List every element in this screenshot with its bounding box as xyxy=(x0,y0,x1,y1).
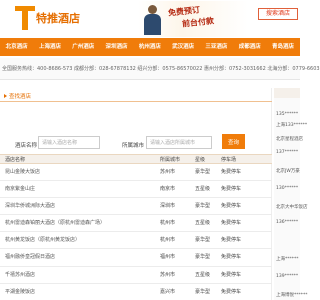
table-row[interactable]: 南京紫金山庄 南京市 五星级 免费停车 xyxy=(0,181,272,199)
hotel-search-panel: 查找酒店 酒店名称 所属城市 查询 酒店名称 所属城市 星级 停车场 昆山金陵大… xyxy=(0,88,272,300)
parking-cell: 免费停车 xyxy=(221,186,242,193)
hotel-name-cell[interactable]: 杭州雷迪森铂丽大酒店（原杭州雷迪森广场） xyxy=(5,215,155,232)
city-cell: 深圳市 xyxy=(160,203,176,210)
breadcrumb-label: 查找酒店 xyxy=(9,94,32,100)
table-row[interactable]: 千禧苏州酒店 苏州市 五星级 免费停车 xyxy=(0,267,272,284)
nav-item-beijing[interactable]: 北京酒店 xyxy=(0,38,33,56)
list-item: 上海****** xyxy=(276,257,299,262)
hotline-strip: 全国服务热线：400-8686-573 成都分部：028-67878132 绍兴… xyxy=(0,58,320,80)
hotline-text: 全国服务热线：400-8686-573 成都分部：028-67878132 绍兴… xyxy=(2,66,320,72)
hotel-name-cell[interactable]: 南京紫金山庄 xyxy=(5,181,155,198)
list-item: 北京大中华饭店 xyxy=(276,205,308,210)
hotel-name-cell[interactable]: 平湖金陵饭店 xyxy=(5,284,155,300)
list-item: 135****** xyxy=(276,112,299,117)
banner-text-2: 前台付款 xyxy=(181,16,215,29)
table-header: 酒店名称 所属城市 星级 停车场 xyxy=(0,154,272,164)
receptionist-image xyxy=(142,3,162,35)
city-cell: 杭州市 xyxy=(160,220,176,227)
parking-cell: 免费停车 xyxy=(221,220,242,227)
search-form: 酒店名称 所属城市 查询 xyxy=(0,104,272,156)
triangle-right-icon xyxy=(4,94,7,98)
list-item: 130****** xyxy=(276,186,299,191)
city-cell: 福州市 xyxy=(160,254,176,261)
parking-cell: 免费停车 xyxy=(221,237,242,244)
city-input[interactable] xyxy=(146,136,212,149)
parking-cell: 免费停车 xyxy=(221,271,242,278)
parking-cell: 免费停车 xyxy=(221,254,242,261)
parking-cell: 免费停车 xyxy=(221,169,242,175)
parking-cell: 免费停车 xyxy=(221,203,242,210)
nav-item-guangzhou[interactable]: 广州酒店 xyxy=(67,38,100,56)
list-item: 上海133****** xyxy=(276,123,308,128)
nav-item-shenzhen[interactable]: 深圳酒店 xyxy=(100,38,133,56)
recent-bookings-sidebar: 135****** 上海133****** 北京星程酒店 137****** 北… xyxy=(274,88,308,300)
nav-item-wuhan[interactable]: 武汉酒店 xyxy=(166,38,199,56)
city-cell: 南京市 xyxy=(160,186,176,193)
nav-item-chengdu[interactable]: 成都酒店 xyxy=(233,38,266,56)
city-cell: 嘉兴市 xyxy=(160,288,176,295)
hotel-table: 酒店名称 所属城市 星级 停车场 昆山金陵大饭店 苏州市 豪华型 免费停车 南京… xyxy=(0,154,272,300)
nav-item-hangzhou[interactable]: 杭州酒店 xyxy=(133,38,166,56)
list-item: 136****** xyxy=(276,220,299,225)
city-cell: 苏州市 xyxy=(160,271,176,278)
promo-banner[interactable]: 免费预订 前台付款 xyxy=(138,1,248,37)
city-cell: 苏州市 xyxy=(160,169,176,175)
search-hotel-button[interactable]: 搜索酒店 xyxy=(258,8,298,20)
city-cell: 杭州市 xyxy=(160,237,176,244)
table-row[interactable]: 深圳华侨城洲际大酒店 深圳市 豪华型 免费停车 xyxy=(0,198,272,216)
site-header: 特推酒店 免费预订 前台付款 搜索酒店 xyxy=(0,0,300,38)
sidebar-header xyxy=(274,88,300,98)
hotel-name-cell[interactable]: 千禧苏州酒店 xyxy=(5,267,155,284)
table-row[interactable]: 杭州黄龙饭店（原杭州黄龙饭店） 杭州市 豪华型 免费停车 xyxy=(0,232,272,250)
hotel-name-cell[interactable]: 昆山金陵大饭店 xyxy=(5,164,155,181)
table-row[interactable]: 福州融侨皇冠假日酒店 福州市 豪华型 免费停车 xyxy=(0,249,272,267)
hotel-name-label: 酒店名称 xyxy=(15,143,38,149)
divider xyxy=(0,101,272,102)
table-row[interactable]: 杭州雷迪森铂丽大酒店（原杭州雷迪森广场） 杭州市 五星级 免费停车 xyxy=(0,215,272,233)
city-nav: 北京酒店 上海酒店 广州酒店 深圳酒店 杭州酒店 武汉酒店 三亚酒店 成都酒店 … xyxy=(0,38,300,56)
query-button[interactable]: 查询 xyxy=(222,134,245,149)
list-item: 北京JW万豪 xyxy=(276,169,300,174)
nav-item-qingdao[interactable]: 青岛酒店 xyxy=(266,38,299,56)
city-label: 所属城市 xyxy=(122,143,145,149)
hotel-name-input[interactable] xyxy=(38,136,100,149)
list-item: 139****** xyxy=(276,274,299,279)
list-item: 上海博悦****** xyxy=(276,293,308,298)
hotel-name-cell[interactable]: 福州融侨皇冠假日酒店 xyxy=(5,249,155,266)
hotel-name-cell[interactable]: 杭州黄龙饭店（原杭州黄龙饭店） xyxy=(5,232,155,249)
t-logo-icon xyxy=(15,6,35,30)
breadcrumb: 查找酒店 xyxy=(4,92,31,100)
nav-item-shanghai[interactable]: 上海酒店 xyxy=(33,38,66,56)
brand-logo[interactable]: 特推酒店 xyxy=(15,4,85,32)
list-item: 北京星程酒店 xyxy=(276,137,303,142)
list-item: 137****** xyxy=(276,150,299,155)
parking-cell: 免费停车 xyxy=(221,288,242,295)
table-row[interactable]: 平湖金陵饭店 嘉兴市 豪华型 免费停车 xyxy=(0,284,272,300)
table-row[interactable]: 昆山金陵大饭店 苏州市 豪华型 免费停车 xyxy=(0,164,272,182)
hotel-name-cell[interactable]: 深圳华侨城洲际大酒店 xyxy=(5,198,155,215)
brand-name: 特推酒店 xyxy=(36,12,80,25)
nav-item-sanya[interactable]: 三亚酒店 xyxy=(200,38,233,56)
